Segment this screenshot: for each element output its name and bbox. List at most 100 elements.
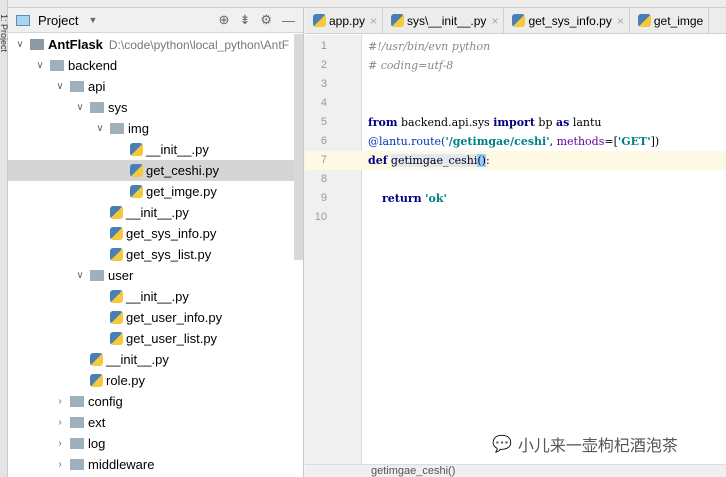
collapse-icon[interactable]: ⇟ [239, 12, 250, 28]
chevron-down-icon[interactable]: ∨ [72, 102, 88, 113]
code-line[interactable]: 6 @lantu.route('/getimgae/ceshi', methods… [305, 132, 726, 151]
code-line[interactable]: 3 [305, 75, 726, 94]
tree-item[interactable]: __init__.py [8, 349, 303, 370]
folder-icon [70, 438, 84, 449]
tree-item-label: ext [88, 415, 106, 430]
close-icon[interactable]: × [491, 14, 498, 28]
chevron-right-icon[interactable]: › [52, 417, 68, 428]
tree-item[interactable]: › log [8, 433, 303, 454]
tree-item[interactable]: ∨ api [8, 76, 303, 97]
python-file-icon [512, 14, 526, 27]
chevron-down-icon[interactable]: ▼ [88, 15, 97, 25]
python-file-icon [110, 311, 123, 324]
keyword: return [382, 192, 422, 205]
close-icon[interactable]: × [617, 14, 624, 28]
code-line[interactable]: 8 [305, 170, 726, 189]
tree-item[interactable]: __init__.py [8, 139, 303, 160]
code-line[interactable]: 10 [305, 208, 726, 227]
tree-item-label: backend [68, 58, 118, 73]
tree-item[interactable]: get_sys_list.py [8, 244, 303, 265]
tree-item[interactable]: ∨ user [8, 265, 303, 286]
tab-label: app.py [329, 13, 366, 28]
tab-get-sys-info[interactable]: get_sys_info.py × [504, 8, 630, 33]
code-line[interactable]: 5 from backend.api.sys import bp as lantu [305, 113, 726, 132]
folder-icon [70, 81, 84, 92]
python-file-icon [110, 332, 123, 345]
tab-get-imge[interactable]: get_imge [630, 8, 710, 33]
tree-item-label: log [88, 436, 106, 451]
tree-item[interactable]: get_user_list.py [8, 328, 303, 349]
tree-item[interactable]: › ext [8, 412, 303, 433]
code-line[interactable]: 4 [305, 94, 726, 113]
line-number: 6 [320, 135, 327, 147]
keyword: from [368, 116, 398, 129]
folder-icon [70, 417, 84, 428]
tab-app[interactable]: app.py × [305, 8, 384, 33]
tree-item[interactable]: get_user_info.py [8, 307, 303, 328]
keyword: as [556, 116, 570, 129]
line-number: 9 [320, 192, 327, 204]
minimize-icon[interactable]: — [282, 13, 295, 28]
gear-icon[interactable]: ⚙ [260, 12, 272, 28]
chevron-right-icon[interactable]: › [52, 459, 68, 470]
scrollbar[interactable] [294, 34, 303, 260]
folder-icon [90, 102, 104, 113]
watermark: 💬 小儿来一壶枸杞酒泡茶 [492, 432, 678, 456]
string: 'ok' [425, 192, 447, 205]
python-file-icon [110, 248, 123, 261]
chevron-right-icon[interactable]: › [52, 396, 68, 407]
code-line[interactable]: 2 # coding=utf-8 [305, 56, 726, 75]
tree-item[interactable]: get_ceshi.py [8, 160, 303, 181]
close-icon[interactable]: × [370, 14, 377, 28]
locate-icon[interactable]: ⊕ [219, 12, 230, 28]
folder-icon [70, 459, 84, 470]
decorator: @lantu.route( [368, 135, 446, 148]
tree-item[interactable]: __init__.py [8, 202, 303, 223]
chevron-down-icon[interactable]: ∨ [12, 39, 28, 50]
tree-item[interactable]: › config [8, 391, 303, 412]
chevron-down-icon[interactable]: ∨ [32, 60, 48, 71]
editor: app.py × sys\__init__.py × get_sys_info.py… [305, 8, 726, 477]
python-file-icon [130, 164, 143, 177]
tab-label: get_sys_info.py [528, 13, 612, 28]
tree-root[interactable]: ∨ AntFlask D:\code\python\local_python\A… [8, 34, 303, 55]
code-line[interactable]: 9 return 'ok' [305, 189, 726, 208]
tree-item-label: get_sys_list.py [126, 247, 212, 262]
tree-item[interactable]: get_imge.py [8, 181, 303, 202]
string: 'GET' [617, 135, 651, 148]
project-view-selector[interactable]: Project [38, 13, 78, 28]
code-text: lantu [569, 116, 602, 129]
tree-item[interactable]: __init__.py [8, 286, 303, 307]
tab-label: sys\__init__.py [407, 13, 487, 28]
tree-item-label: get_ceshi.py [146, 163, 219, 178]
code-line[interactable]: 7 def getimgae_ceshi(): [305, 151, 726, 170]
python-file-icon [130, 185, 143, 198]
tree-item-label: img [128, 121, 149, 136]
folder-icon [50, 60, 64, 71]
folder-icon [90, 270, 104, 281]
code-line[interactable]: 1 #!/usr/bin/evn python [305, 37, 726, 56]
tree-item[interactable]: ∨ img [8, 118, 303, 139]
python-file-icon [110, 290, 123, 303]
folder-icon [110, 123, 124, 134]
breadcrumb: getimgae_ceshi() [305, 464, 726, 477]
tree-item[interactable]: ∨ backend [8, 55, 303, 76]
chevron-down-icon[interactable]: ∨ [92, 123, 108, 134]
tree-item-label: __init__.py [106, 352, 169, 367]
tree-item-label: get_imge.py [146, 184, 217, 199]
tree-item[interactable]: ∨ sys [8, 97, 303, 118]
chevron-right-icon[interactable]: › [52, 438, 68, 449]
python-file-icon [313, 14, 326, 27]
tree-item[interactable]: get_sys_info.py [8, 223, 303, 244]
line-number: 8 [320, 173, 327, 185]
comment: # coding=utf-8 [368, 59, 454, 72]
chevron-down-icon[interactable]: ∨ [72, 270, 88, 281]
tree-item-label: __init__.py [126, 289, 189, 304]
chevron-down-icon[interactable]: ∨ [52, 81, 68, 92]
tab-sys-init[interactable]: sys\__init__.py × [383, 8, 505, 33]
tree-item[interactable]: › middleware [8, 454, 303, 475]
tree-item[interactable]: role.py [8, 370, 303, 391]
line-number: 2 [320, 59, 327, 71]
side-tool-strip[interactable]: 1: Project [0, 0, 9, 477]
project-panel: Project ▼ ⊕ ⇟ ⚙ — ∨ AntFlask D:\code\pyt… [8, 8, 304, 477]
